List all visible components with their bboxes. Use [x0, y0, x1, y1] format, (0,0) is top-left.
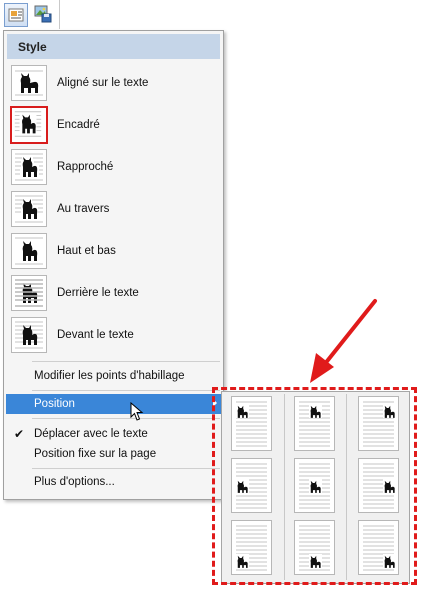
menu-item-label: Déplacer avec le texte [34, 428, 148, 440]
menu-item-front-text[interactable]: Devant le texte [4, 314, 223, 356]
position-bottom-left-button[interactable] [231, 520, 272, 575]
page-cat-icon [236, 401, 267, 447]
submenu-divider [284, 394, 285, 580]
behind-text-cat-icon [11, 275, 47, 311]
menu-item-square[interactable]: Encadré [4, 104, 223, 146]
position-middle-right-button[interactable] [358, 458, 399, 513]
submenu-arrow-icon [213, 399, 217, 407]
save-picture-button[interactable] [32, 3, 54, 25]
style-label: Rapproché [57, 161, 114, 173]
tight-cat-icon [11, 149, 47, 185]
menu-item-inline[interactable]: Aligné sur le texte [4, 62, 223, 104]
edit-wrap-points-item[interactable]: Modifier les points d'habillage [4, 366, 221, 386]
mouse-cursor-icon [130, 402, 144, 421]
menu-item-top-bottom[interactable]: Haut et bas [4, 230, 223, 272]
menu-item-behind-text[interactable]: Derrière le texte [4, 272, 223, 314]
front-text-cat-icon [11, 317, 47, 353]
menu-divider [32, 418, 220, 419]
page-cat-icon [363, 525, 396, 571]
style-label: Devant le texte [57, 329, 134, 341]
style-label: Aligné sur le texte [57, 77, 149, 89]
through-cat-icon [11, 191, 47, 227]
square-cat-icon [10, 106, 48, 144]
menu-item-label: Modifier les points d'habillage [34, 370, 185, 382]
submenu-divider [346, 394, 347, 580]
wrap-text-button[interactable] [4, 3, 28, 27]
position-top-center-button[interactable] [294, 396, 335, 451]
top-bottom-cat-icon [11, 233, 47, 269]
page-cat-icon [236, 525, 267, 571]
toolbar [0, 0, 64, 29]
position-bottom-right-button[interactable] [358, 520, 399, 575]
style-label: Encadré [57, 119, 100, 131]
position-item[interactable]: Position [6, 394, 221, 414]
menu-item-through[interactable]: Au travers [4, 188, 223, 230]
page-cat-icon [363, 463, 396, 509]
wrap-text-menu: Style Aligné sur le texte Encadré Rappro… [3, 30, 224, 500]
annotation-arrow-icon [310, 299, 377, 383]
move-with-text-item[interactable]: ✔ Déplacer avec le texte [4, 424, 221, 444]
page-cat-icon [236, 463, 267, 509]
menu-divider [32, 361, 220, 362]
style-label: Derrière le texte [57, 287, 139, 299]
position-middle-center-button[interactable] [294, 458, 335, 513]
menu-divider [32, 390, 220, 391]
check-icon: ✔ [14, 427, 25, 441]
position-top-right-button[interactable] [358, 396, 399, 451]
position-middle-left-button[interactable] [231, 458, 272, 513]
menu-header: Style [7, 34, 220, 59]
page-cat-icon [299, 401, 330, 447]
toolbar-separator [59, 0, 60, 29]
menu-item-label: Position [34, 398, 75, 410]
menu-item-label: Plus d'options... [34, 476, 115, 488]
menu-item-label: Position fixe sur la page [34, 448, 157, 460]
page-cat-icon [299, 463, 330, 509]
wrap-text-icon [8, 8, 24, 22]
fix-position-item[interactable]: Position fixe sur la page [4, 444, 221, 464]
style-label: Au travers [57, 203, 110, 215]
style-label: Haut et bas [57, 245, 116, 257]
inline-cat-icon [11, 65, 47, 101]
menu-divider [32, 468, 220, 469]
page-cat-icon [299, 525, 330, 571]
position-bottom-center-button[interactable] [294, 520, 335, 575]
position-top-left-button[interactable] [231, 396, 272, 451]
picture-save-icon [34, 5, 52, 23]
menu-item-tight[interactable]: Rapproché [4, 146, 223, 188]
page-cat-icon [363, 401, 396, 447]
more-options-item[interactable]: Plus d'options... [4, 472, 221, 492]
